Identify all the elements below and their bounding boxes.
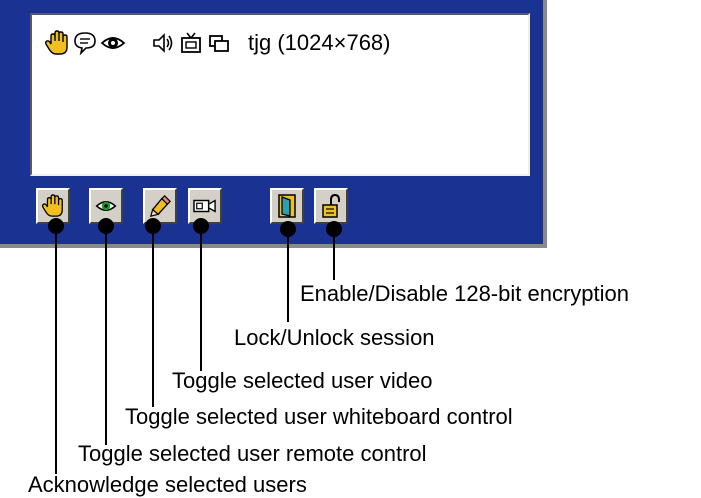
session-panel: tjg (1024×768) (0, 0, 547, 248)
eye-icon (100, 30, 126, 56)
encryption-toggle-button[interactable] (314, 188, 348, 224)
speaker-icon (150, 30, 176, 56)
video-camera-icon (178, 30, 204, 56)
door-icon (276, 193, 298, 219)
acknowledge-button[interactable] (36, 188, 70, 224)
hand-icon (41, 193, 65, 219)
hand-icon (44, 30, 70, 56)
pencil-icon (148, 194, 172, 218)
lock-session-callout-label: Lock/Unlock session (234, 325, 435, 350)
encryption-callout-label: Enable/Disable 128-bit encryption (300, 281, 629, 306)
user-name: tjg (1024×768) (248, 30, 391, 55)
video-camera-icon (192, 195, 218, 217)
padlock-icon (320, 193, 342, 219)
lock-session-button[interactable] (270, 188, 304, 224)
user-list[interactable]: tjg (1024×768) (30, 13, 530, 176)
video-callout-label: Toggle selected user video (172, 368, 433, 393)
acknowledge-callout-label: Acknowledge selected users (28, 472, 307, 497)
eye-icon (94, 195, 118, 217)
whiteboard-callout-label: Toggle selected user whiteboard control (125, 404, 513, 429)
remote-control-toggle-button[interactable] (89, 188, 123, 224)
speech-bubble-icon (72, 30, 98, 56)
user-row[interactable]: tjg (1024×768) (44, 29, 391, 57)
whiteboard-toggle-button[interactable] (143, 188, 177, 224)
remote-control-callout-label: Toggle selected user remote control (78, 441, 427, 466)
window-icon (206, 30, 232, 56)
video-toggle-button[interactable] (188, 188, 222, 224)
